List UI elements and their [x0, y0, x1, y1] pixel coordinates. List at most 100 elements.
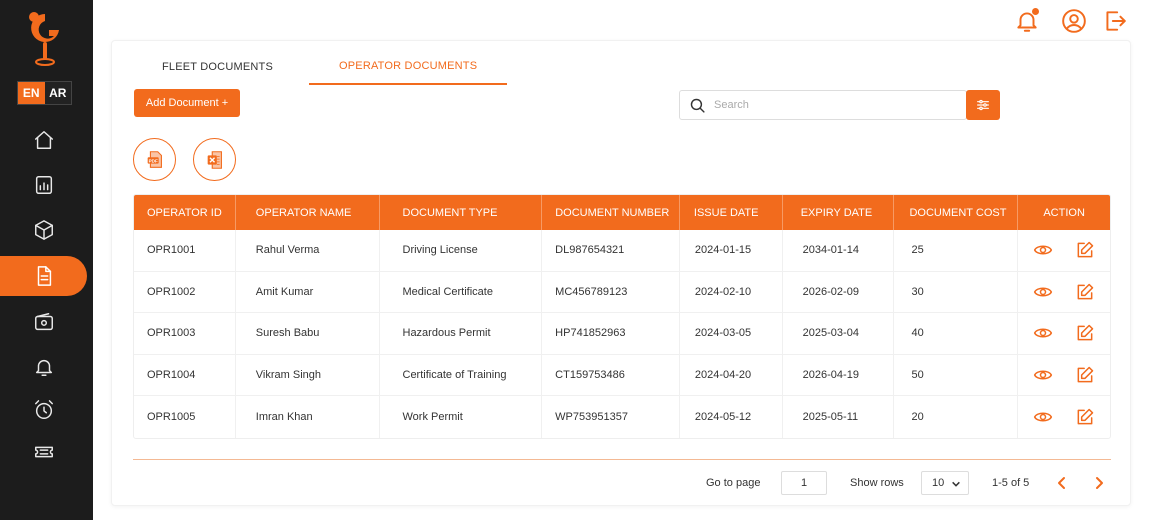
document-cost-cell: 30 [894, 271, 1019, 312]
column-header[interactable]: DOCUMENT COST [894, 195, 1019, 230]
filter-button[interactable] [966, 90, 1000, 120]
filter-sliders-icon [977, 99, 989, 111]
sidebar-item-package[interactable] [0, 210, 87, 250]
page-range-text: 1-5 of 5 [992, 477, 1030, 489]
table-divider [133, 459, 1111, 460]
operator-name-cell: Vikram Singh [236, 354, 380, 395]
tab-operator-documents[interactable]: OPERATOR DOCUMENTS [308, 49, 508, 85]
user-profile-icon [1062, 9, 1086, 33]
operator-name-cell: Amit Kumar [236, 271, 380, 312]
sidebar-item-notifications[interactable] [0, 347, 87, 387]
document-number-cell: HP741852963 [542, 313, 680, 354]
edit-icon[interactable] [1075, 407, 1095, 427]
document-cost-cell: 20 [894, 396, 1019, 438]
bell-icon [35, 359, 53, 376]
document-number-cell: CT159753486 [542, 354, 680, 395]
issue-date-cell: 2024-03-05 [680, 313, 783, 354]
action-cell [1018, 272, 1110, 313]
expiry-date-cell: 2026-04-19 [783, 354, 895, 395]
operator-id-cell: OPR1003 [134, 313, 236, 354]
document-type-cell: Medical Certificate [380, 271, 543, 312]
tab-fleet-documents[interactable]: FLEET DOCUMENTS [132, 49, 303, 85]
action-cell [1018, 396, 1110, 438]
alarm-clock-icon [35, 400, 53, 419]
sidebar-item-home[interactable] [0, 120, 87, 160]
column-header[interactable]: OPERATOR ID [134, 195, 236, 230]
sidebar-item-tickets[interactable] [0, 432, 87, 472]
lang-ar-button[interactable]: AR [44, 82, 71, 104]
operator-id-cell: OPR1002 [134, 271, 236, 312]
operator-name-cell: Suresh Babu [236, 313, 380, 354]
table-header: OPERATOR ID OPERATOR NAME DOCUMENT TYPE … [134, 195, 1110, 230]
prev-page-button[interactable] [1054, 475, 1070, 491]
edit-icon[interactable] [1075, 365, 1095, 385]
logout-icon [1106, 11, 1126, 31]
table-row: OPR1004 Vikram Singh Certificate of Traini… [134, 354, 1110, 396]
operator-id-cell: OPR1005 [134, 396, 236, 438]
notification-button[interactable] [1014, 8, 1040, 34]
document-cost-cell: 40 [894, 313, 1019, 354]
document-cost-cell: 25 [894, 230, 1019, 271]
next-page-button[interactable] [1091, 475, 1107, 491]
document-number-cell: DL987654321 [542, 230, 680, 271]
edit-icon[interactable] [1075, 240, 1095, 260]
operator-name-cell: Imran Khan [236, 396, 380, 438]
issue-date-cell: 2024-02-10 [680, 271, 783, 312]
column-header[interactable]: DOCUMENT TYPE [380, 195, 543, 230]
view-eye-icon[interactable] [1033, 282, 1053, 302]
document-type-cell: Driving License [380, 230, 543, 271]
view-eye-icon[interactable] [1033, 407, 1053, 427]
operator-name-cell: Rahul Verma [236, 230, 380, 271]
sidebar: EN AR [0, 0, 93, 520]
sidebar-item-payment[interactable] [0, 302, 87, 342]
brand-logo-icon[interactable] [25, 10, 65, 70]
column-header[interactable]: ISSUE DATE [680, 195, 783, 230]
home-icon [35, 131, 53, 149]
profile-button[interactable] [1061, 8, 1087, 34]
expiry-date-cell: 2025-05-11 [783, 396, 895, 438]
page-number-input[interactable] [781, 471, 827, 495]
chevron-down-icon [951, 479, 961, 489]
sidebar-item-documents[interactable] [0, 256, 87, 296]
sidebar-item-alarm[interactable] [0, 390, 87, 430]
column-header[interactable]: EXPIRY DATE [783, 195, 895, 230]
show-rows-label: Show rows [850, 477, 904, 489]
search-icon [689, 97, 706, 114]
chevron-left-icon [1058, 477, 1065, 489]
package-icon [35, 220, 53, 240]
rows-per-page-value: 10 [932, 477, 945, 489]
document-type-cell: Certificate of Training [380, 354, 543, 395]
document-cost-cell: 50 [894, 354, 1019, 395]
issue-date-cell: 2024-05-12 [680, 396, 783, 438]
expiry-date-cell: 2025-03-04 [783, 313, 895, 354]
language-switcher: EN AR [17, 81, 72, 105]
action-cell [1018, 313, 1110, 354]
issue-date-cell: 2024-04-20 [680, 354, 783, 395]
rows-per-page-select[interactable]: 10 [921, 471, 969, 495]
sidebar-item-reports[interactable] [0, 165, 87, 205]
operator-id-cell: OPR1004 [134, 354, 236, 395]
issue-date-cell: 2024-01-15 [680, 230, 783, 271]
logout-button[interactable] [1102, 8, 1128, 34]
column-header[interactable]: DOCUMENT NUMBER [542, 195, 680, 230]
export-pdf-button[interactable]: PDF [133, 138, 176, 181]
action-cell [1018, 230, 1110, 271]
export-excel-button[interactable] [193, 138, 236, 181]
document-type-cell: Hazardous Permit [380, 313, 543, 354]
view-eye-icon[interactable] [1033, 365, 1053, 385]
view-eye-icon[interactable] [1033, 323, 1053, 343]
chevron-right-icon [1096, 477, 1103, 489]
view-eye-icon[interactable] [1033, 240, 1053, 260]
edit-icon[interactable] [1075, 323, 1095, 343]
expiry-date-cell: 2034-01-14 [783, 230, 895, 271]
lang-en-button[interactable]: EN [18, 82, 45, 104]
add-document-button[interactable]: Add Document + [134, 89, 240, 117]
operator-documents-table: OPERATOR ID OPERATOR NAME DOCUMENT TYPE … [133, 194, 1111, 439]
table-row: OPR1002 Amit Kumar Medical Certificate MC45… [134, 271, 1110, 313]
column-header: ACTION [1043, 206, 1085, 219]
column-header[interactable]: OPERATOR NAME [236, 195, 380, 230]
tab-bar: FLEET DOCUMENTS OPERATOR DOCUMENTS [132, 49, 508, 85]
edit-icon[interactable] [1075, 282, 1095, 302]
document-number-cell: WP753951357 [542, 396, 680, 438]
search-input[interactable] [714, 99, 954, 111]
